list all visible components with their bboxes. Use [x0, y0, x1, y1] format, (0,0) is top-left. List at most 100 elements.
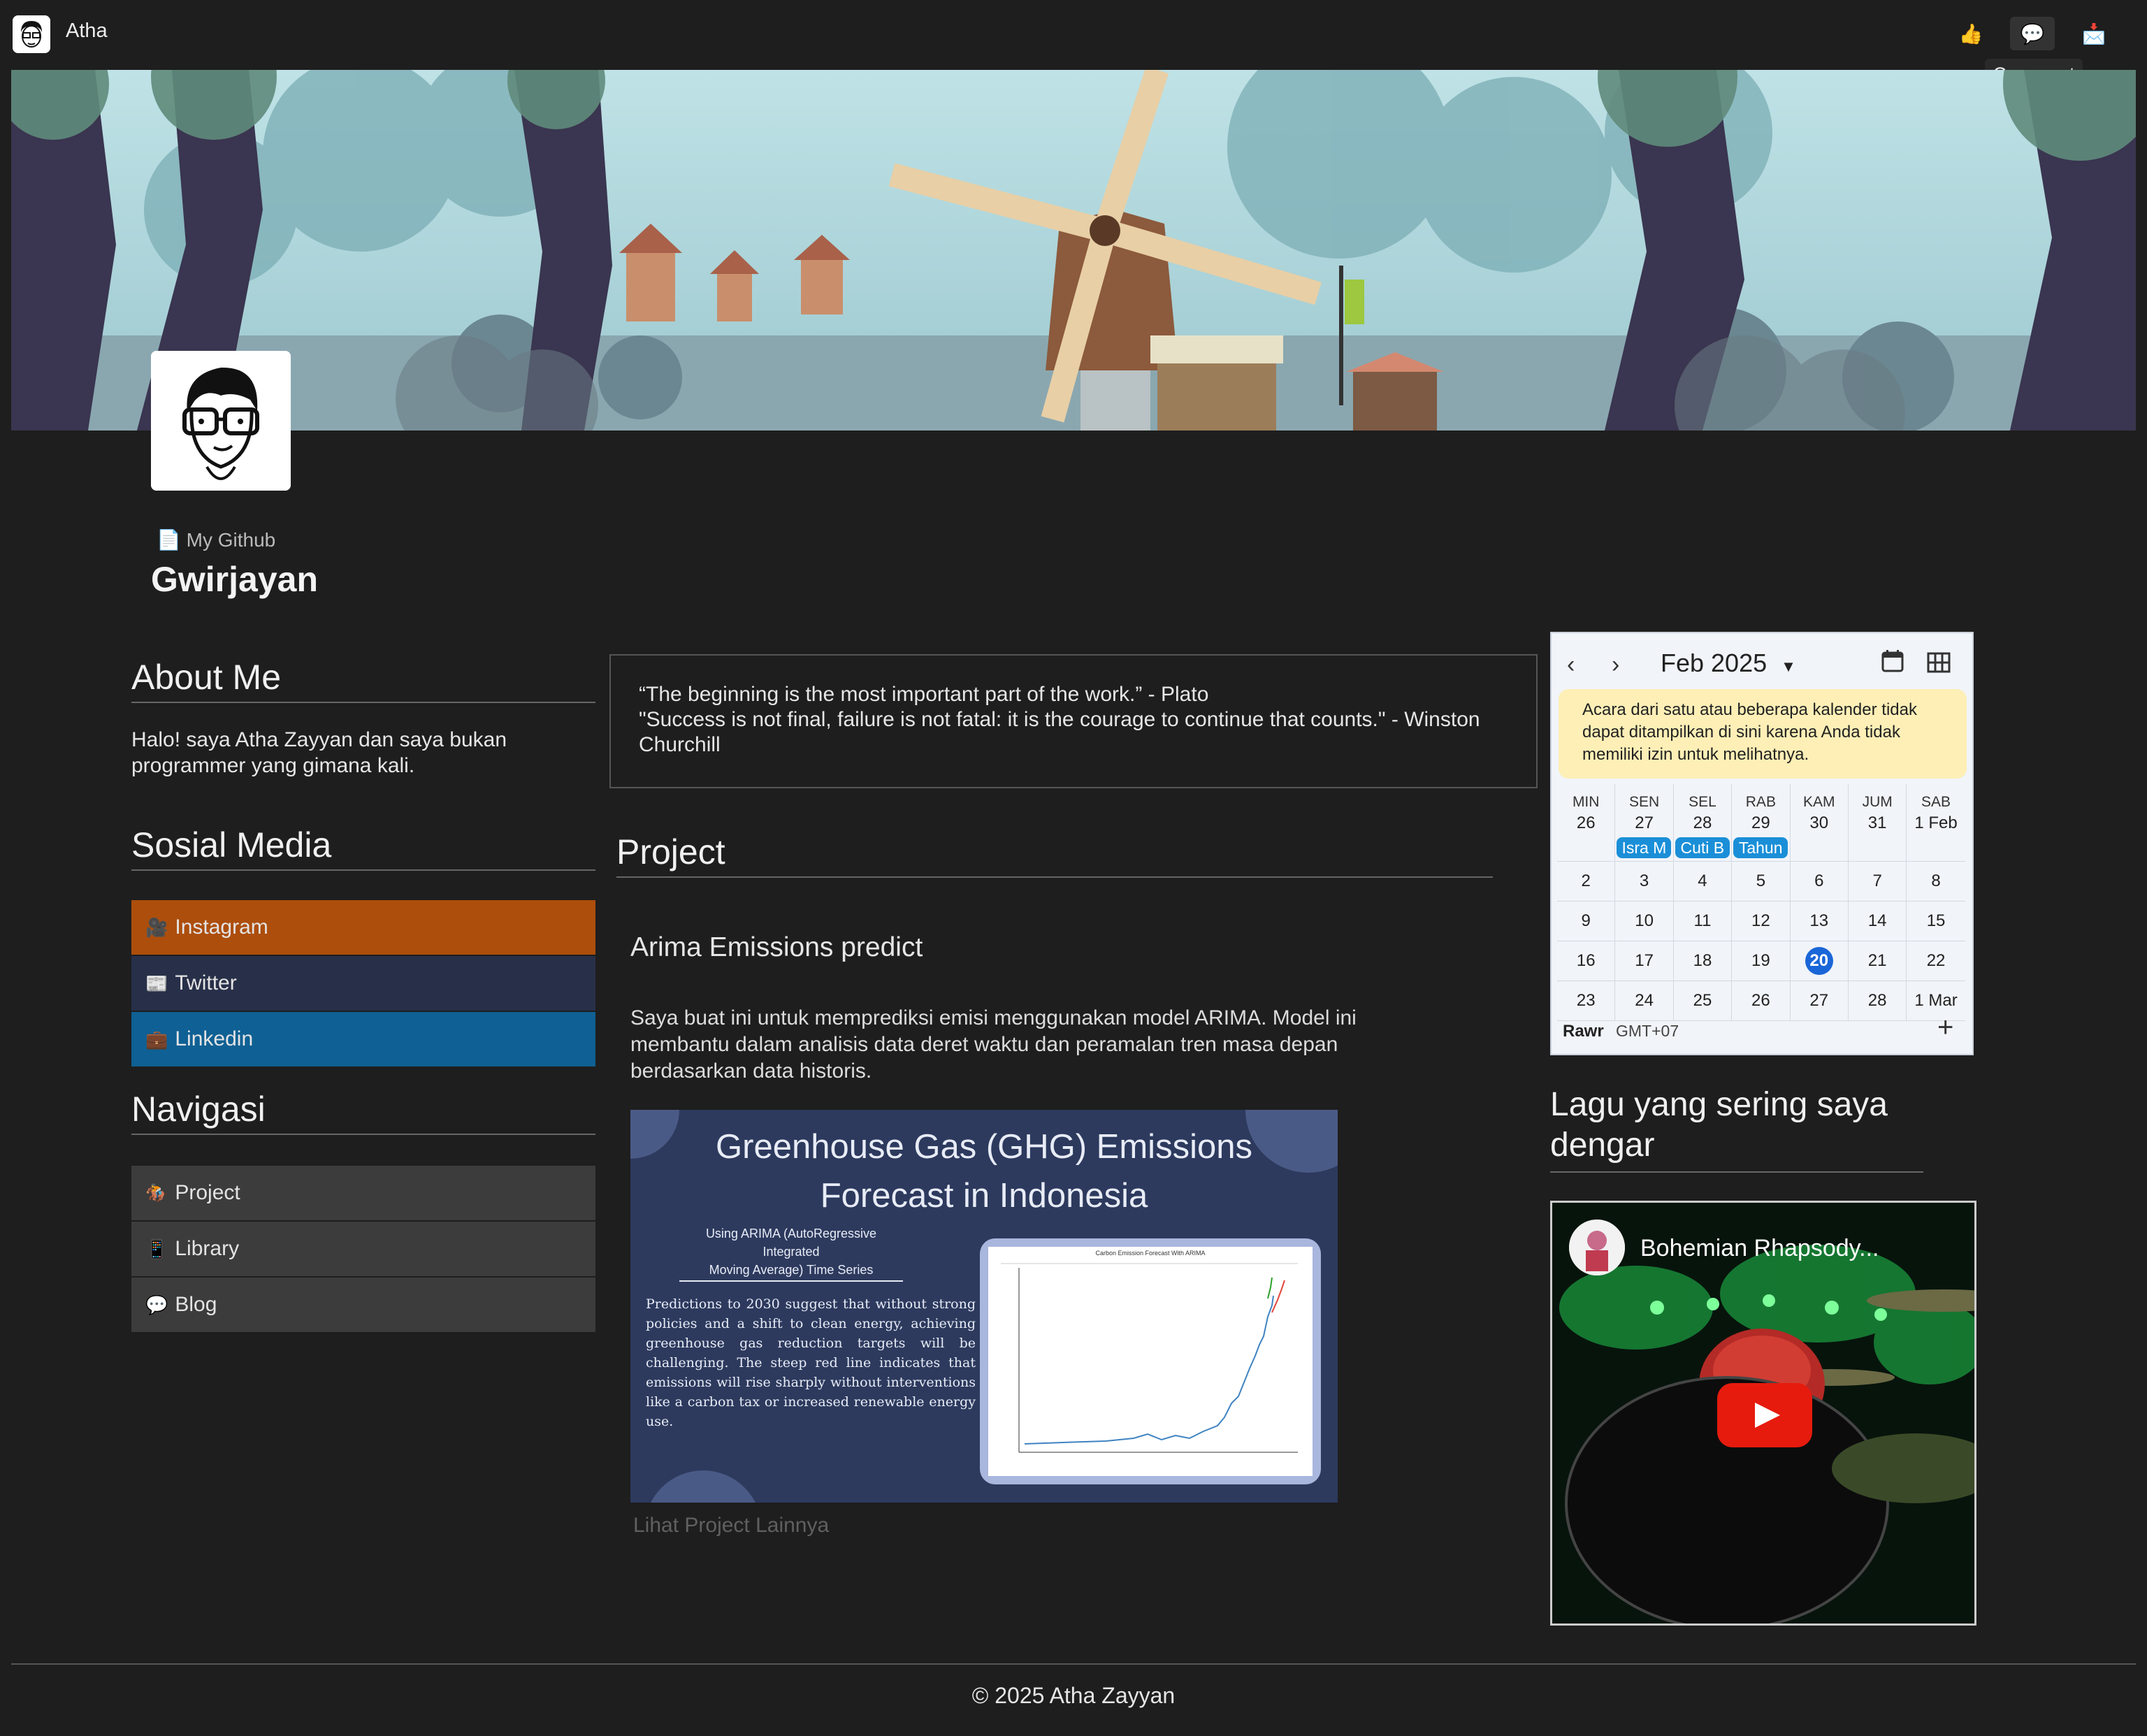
divider	[131, 702, 595, 703]
horse-rider-icon: 🏇	[145, 1182, 168, 1203]
divider	[11, 1663, 2136, 1665]
nav-item-project[interactable]: 🏇 Project	[131, 1166, 595, 1220]
play-icon[interactable]	[1717, 1383, 1812, 1447]
nav-item-blog[interactable]: 💬 Blog	[131, 1278, 595, 1332]
github-link-label: My Github	[186, 529, 276, 551]
twitter-link[interactable]: 📰 Twitter	[131, 956, 595, 1011]
calendar-day[interactable]: 8	[1907, 862, 1965, 901]
calendar-day[interactable]: SAB 1 Feb	[1907, 784, 1965, 861]
calendar-day[interactable]: 16	[1557, 941, 1616, 981]
instagram-link[interactable]: 🎥 Instagram	[131, 900, 595, 955]
calendar-grid: MIN 26 SEN 27 Isra M SEL 28 Cuti B RAB 29 Tahun…	[1557, 784, 1965, 1021]
calendar-day[interactable]: 27	[1791, 981, 1849, 1020]
instagram-label: Instagram	[175, 916, 268, 939]
calendar-icon[interactable]	[1880, 649, 1905, 674]
calendar-day[interactable]: 19	[1732, 941, 1791, 981]
card-subtitle: Moving Average) Time Series	[709, 1263, 874, 1277]
site-title[interactable]: Atha	[66, 20, 108, 43]
calendar-day[interactable]: 11	[1674, 902, 1733, 941]
calendar-day[interactable]: 12	[1732, 902, 1791, 941]
add-calendar-icon[interactable]: +	[1937, 1012, 1953, 1043]
today-marker: 20	[1805, 947, 1833, 975]
social-heading: Sosial Media	[131, 825, 332, 865]
calendar-event[interactable]: Isra M	[1617, 837, 1672, 858]
footer-copyright: © 2025 Atha Zayyan	[971, 1683, 1176, 1708]
calendar-widget: ‹ › Feb 2025 ▼ Acara dari satu atau bebe…	[1550, 632, 1974, 1055]
quotes-box: “The beginning is the most important par…	[609, 654, 1538, 788]
nav-item-label: Blog	[175, 1293, 217, 1316]
quote-churchill: "Success is not final, failure is not fa…	[639, 708, 1480, 756]
card-body-text: Predictions to 2030 suggest that without…	[646, 1296, 976, 1429]
calendar-day[interactable]: RAB 29 Tahun	[1732, 784, 1791, 861]
calendar-day-today[interactable]: 20	[1791, 941, 1849, 981]
calendar-day[interactable]: 22	[1907, 941, 1965, 981]
twitter-label: Twitter	[175, 971, 237, 994]
calendar-day[interactable]: 14	[1849, 902, 1907, 941]
calendar-day[interactable]: 26	[1732, 981, 1791, 1020]
calendar-day[interactable]: 15	[1907, 902, 1965, 941]
project-preview-image[interactable]: Greenhouse Gas (GHG) Emissions Forecast …	[630, 1110, 1338, 1503]
briefcase-icon: 💼	[145, 1028, 168, 1050]
calendar-day[interactable]: 23	[1557, 981, 1616, 1020]
channel-avatar[interactable]	[1569, 1220, 1625, 1275]
calendar-day[interactable]: 1 Mar	[1907, 981, 1965, 1020]
calendar-owner: Rawr	[1563, 1022, 1604, 1041]
linkedin-label: Linkedin	[175, 1027, 254, 1050]
calendar-day[interactable]: JUM 31	[1849, 784, 1907, 861]
calendar-day[interactable]: 10	[1615, 902, 1674, 941]
github-link[interactable]: 📄 My Github	[157, 528, 275, 551]
top-bar: Atha 👍 💬 📩 Comment	[0, 0, 2147, 89]
calendar-day[interactable]: 4	[1674, 862, 1733, 901]
camera-icon: 🎥	[145, 916, 168, 938]
calendar-day[interactable]: 13	[1791, 902, 1849, 941]
avatar	[151, 351, 291, 491]
chevron-right-icon[interactable]: ›	[1612, 651, 1619, 679]
calendar-day[interactable]: 7	[1849, 862, 1907, 901]
calendar-timezone: GMT+07	[1616, 1022, 1679, 1040]
calendar-day[interactable]: 17	[1615, 941, 1674, 981]
calendar-day[interactable]: 6	[1791, 862, 1849, 901]
mail-icon[interactable]: 📩	[2072, 17, 2116, 50]
card-chart-title: Carbon Emission Forecast With ARIMA	[1095, 1250, 1206, 1257]
quote-plato: “The beginning is the most important par…	[639, 683, 1209, 706]
calendar-day[interactable]: 24	[1615, 981, 1674, 1020]
grid-view-icon[interactable]	[1926, 650, 1951, 675]
youtube-video-embed[interactable]: Bohemian Rhapsody...	[1550, 1201, 1976, 1626]
card-headline: Forecast in Indonesia	[820, 1177, 1148, 1215]
divider	[131, 869, 595, 871]
calendar-month-selector[interactable]: Feb 2025 ▼	[1661, 649, 1796, 678]
calendar-day[interactable]: 28	[1849, 981, 1907, 1020]
linkedin-link[interactable]: 💼 Linkedin	[131, 1012, 595, 1066]
nav-item-library[interactable]: 📱 Library	[131, 1222, 595, 1276]
calendar-day[interactable]: 25	[1674, 981, 1733, 1020]
site-logo-icon[interactable]	[13, 15, 50, 53]
calendar-day[interactable]: 5	[1732, 862, 1791, 901]
calendar-day[interactable]: 18	[1674, 941, 1733, 981]
divider	[1550, 1171, 1923, 1173]
calendar-event[interactable]: Tahun	[1733, 837, 1788, 858]
speech-bubble-icon: 💬	[145, 1294, 168, 1315]
calendar-event[interactable]: Cuti B	[1675, 837, 1730, 858]
chevron-left-icon[interactable]: ‹	[1567, 651, 1575, 679]
calendar-day[interactable]: 3	[1615, 862, 1674, 901]
calendar-day[interactable]: 21	[1849, 941, 1907, 981]
newspaper-icon: 📰	[145, 972, 168, 994]
calendar-day[interactable]: KAM 30	[1791, 784, 1849, 861]
divider	[131, 1134, 595, 1135]
video-title[interactable]: Bohemian Rhapsody...	[1640, 1235, 1879, 1262]
comment-icon[interactable]: 💬	[2010, 17, 2055, 50]
calendar-day[interactable]: MIN 26	[1557, 784, 1616, 861]
document-icon: 📄	[157, 529, 181, 551]
calendar-day[interactable]: SEN 27 Isra M	[1615, 784, 1674, 861]
nav-item-label: Library	[175, 1237, 240, 1260]
about-text: Halo! saya Atha Zayyan dan saya bukan pr…	[131, 728, 507, 777]
navigation-heading: Navigasi	[131, 1090, 266, 1129]
card-headline: Greenhouse Gas (GHG) Emissions	[716, 1128, 1252, 1166]
calendar-day[interactable]: 9	[1557, 902, 1616, 941]
project-description: Saya buat ini untuk memprediksi emisi me…	[630, 1006, 1357, 1083]
thumbs-up-icon[interactable]: 👍	[1949, 17, 1993, 50]
more-projects-link[interactable]: Lihat Project Lainnya	[633, 1514, 829, 1538]
calendar-day[interactable]: 2	[1557, 862, 1616, 901]
divider	[616, 876, 1493, 878]
calendar-day[interactable]: SEL 28 Cuti B	[1674, 784, 1733, 861]
